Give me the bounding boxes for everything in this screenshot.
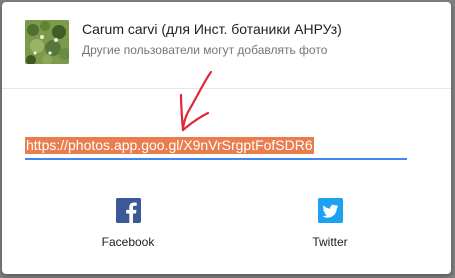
album-subtitle: Другие пользователи могут добавлять фото: [82, 43, 328, 57]
share-link-text[interactable]: https://photos.app.goo.gl/X9nVrSrgptFofS…: [25, 137, 314, 154]
facebook-icon: [115, 198, 141, 223]
album-header: Carum carvi (для Инст. ботаники АНРУз) Д…: [2, 2, 451, 89]
album-thumbnail: [25, 20, 69, 64]
share-link-field[interactable]: https://photos.app.goo.gl/X9nVrSrgptFofS…: [25, 134, 407, 160]
twitter-label: Twitter: [312, 235, 348, 249]
share-dialog: Carum carvi (для Инст. ботаники АНРУз) Д…: [2, 2, 451, 274]
share-twitter-button[interactable]: Twitter: [280, 198, 380, 249]
facebook-label: Facebook: [101, 235, 155, 249]
share-facebook-button[interactable]: Facebook: [78, 198, 178, 249]
album-title: Carum carvi (для Инст. ботаники АНРУз): [82, 21, 342, 37]
twitter-icon: [317, 198, 343, 223]
